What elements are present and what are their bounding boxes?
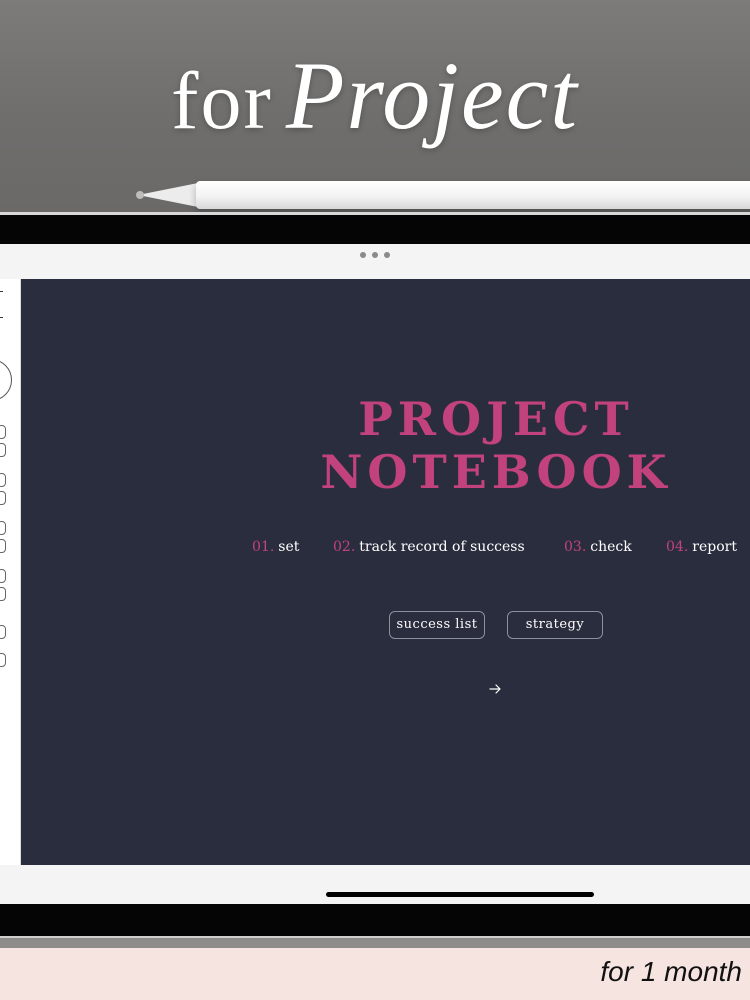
thumb-checkbox xyxy=(0,491,6,505)
step-number: 01. xyxy=(252,539,275,555)
step-label: check xyxy=(590,539,632,555)
thumb-checkbox xyxy=(0,425,6,439)
step-link-track-record[interactable]: 02. track record of success xyxy=(333,539,525,555)
notebook-cover-page: PROJECT NOTEBOOK 01. set 02. track record … xyxy=(21,279,750,865)
thumb-checkbox xyxy=(0,653,6,667)
headline: for Project xyxy=(0,40,750,151)
thumb-checkbox xyxy=(0,443,6,457)
headline-main: Project xyxy=(285,42,579,149)
stylus-pencil xyxy=(196,181,750,209)
thumb-checkbox xyxy=(0,539,6,553)
step-nav: 01. set 02. track record of success 03. che… xyxy=(252,539,750,559)
footer-strip: for 1 month xyxy=(0,948,750,1000)
strategy-button[interactable]: strategy xyxy=(507,611,603,639)
stylus-tip xyxy=(138,183,198,207)
thumb-tick xyxy=(0,291,3,292)
step-link-report[interactable]: 04. report xyxy=(666,539,737,555)
thumb-checkbox xyxy=(0,569,6,583)
stylus-point xyxy=(136,191,144,199)
title-line-2: NOTEBOOK xyxy=(320,445,672,499)
thumb-checkbox xyxy=(0,473,6,487)
lower-bezel-edge xyxy=(0,936,750,948)
multitasking-dots-icon[interactable] xyxy=(0,252,750,266)
thumb-checkbox xyxy=(0,625,6,639)
step-link-check[interactable]: 03. check xyxy=(564,539,632,555)
thumb-tick xyxy=(0,317,3,318)
step-number: 04. xyxy=(666,539,689,555)
home-indicator[interactable] xyxy=(326,892,594,897)
footer-caption: for 1 month xyxy=(600,956,742,987)
title-line-1: PROJECT xyxy=(358,392,634,446)
step-link-set[interactable]: 01. set xyxy=(252,539,299,555)
thumb-circle xyxy=(0,359,12,401)
step-label: set xyxy=(278,539,300,555)
thumb-checkbox xyxy=(0,521,6,535)
arrow-right-icon[interactable] xyxy=(487,681,503,697)
step-number: 03. xyxy=(564,539,587,555)
headline-prefix: for xyxy=(171,55,273,146)
step-label: track record of success xyxy=(359,539,525,555)
success-list-button[interactable]: success list xyxy=(389,611,485,639)
thumb-checkbox xyxy=(0,587,6,601)
page-thumbnail-strip[interactable] xyxy=(0,279,21,865)
step-number: 02. xyxy=(333,539,356,555)
page-title: PROJECT NOTEBOOK xyxy=(261,393,731,499)
step-label: report xyxy=(692,539,737,555)
